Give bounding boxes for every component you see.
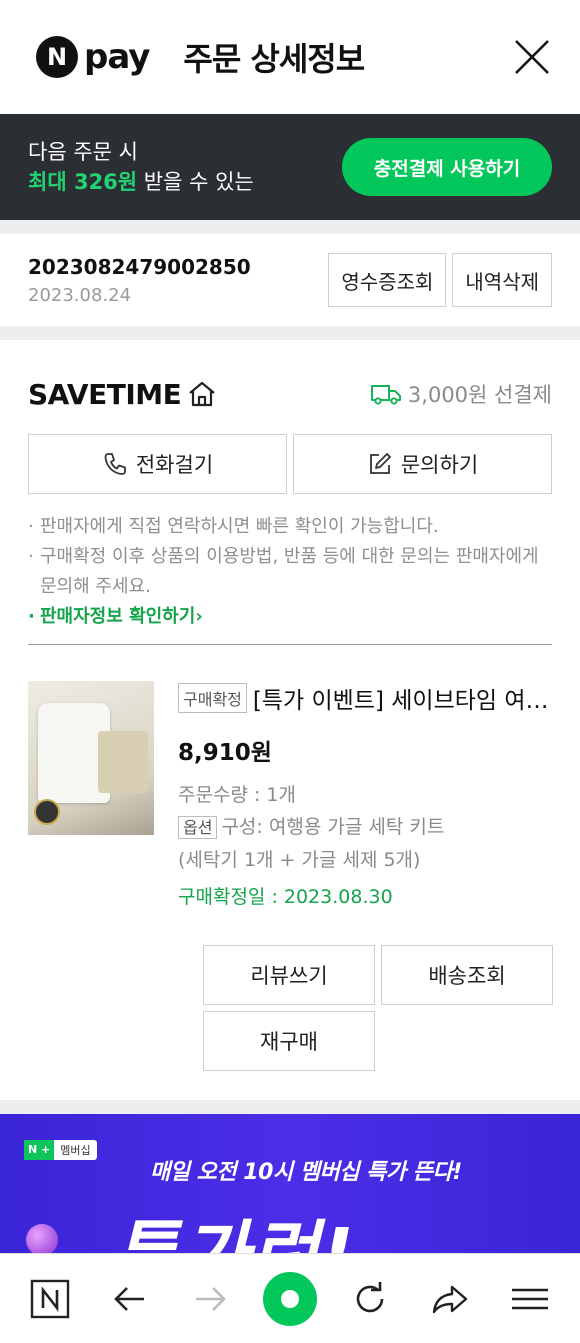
product-option-detail: (세탁기 1개 + 가글 세제 5개) bbox=[178, 849, 421, 871]
option-tag: 옵션 bbox=[178, 816, 218, 839]
decoration-ball bbox=[26, 1224, 58, 1256]
n-home-icon bbox=[30, 1279, 70, 1318]
order-date: 2023.08.24 bbox=[28, 284, 132, 306]
store-name-link[interactable]: SAVETIME bbox=[28, 378, 217, 411]
header: N pay 주문 상세정보 bbox=[0, 0, 580, 114]
confirm-date: 구매확정일 : 2023.08.30 bbox=[178, 886, 393, 908]
call-button[interactable]: 전화걸기 bbox=[28, 434, 287, 494]
store-section: SAVETIME 3,000원 선결제 전화걸기 문의하기 · 판매자에게 직접 … bbox=[0, 340, 580, 645]
rebuy-button[interactable]: 재구매 bbox=[203, 1011, 375, 1071]
section-gap bbox=[0, 326, 580, 340]
store-name: SAVETIME bbox=[28, 377, 182, 411]
home-dot-icon bbox=[263, 1271, 317, 1326]
ad-section: N + 멤버십 매일 오전 10시 멤버십 특가 뜬다! 특가런! bbox=[0, 1100, 580, 1260]
write-review-button[interactable]: 리뷰쓰기 bbox=[203, 945, 375, 1005]
page-title: 주문 상세정보 bbox=[183, 40, 365, 78]
product-option: 옵션 구성: 여행용 가글 세탁 키트 bbox=[178, 811, 552, 844]
ad-subtitle: 매일 오전 10시 멤버십 특가 뜬다! bbox=[150, 1160, 462, 1185]
npay-logo-text: pay bbox=[84, 37, 150, 77]
note-item: · 구매확정 이후 상품의 이용방법, 반품 등에 대한 문의는 판매자에게 문의… bbox=[28, 546, 539, 597]
product-item: 구매확정 [특가 이벤트] 세이브타임 여행용 가글 세탁 키트 8,910원 … bbox=[0, 645, 580, 909]
section-gap bbox=[0, 220, 580, 234]
charge-pay-button[interactable]: 충전결제 사용하기 bbox=[342, 138, 552, 196]
promo-line2: 받을 수 있는 bbox=[137, 170, 254, 194]
ad-headline: 특가런! bbox=[110, 1213, 356, 1260]
product-name[interactable]: [특가 이벤트] 세이브타임 여행용 가글 세탁 키트 bbox=[253, 681, 552, 715]
inquiry-button-label: 문의하기 bbox=[400, 453, 479, 477]
receipt-button[interactable]: 영수증조회 bbox=[328, 253, 447, 307]
share-icon bbox=[432, 1285, 468, 1313]
promo-line1: 다음 주문 시 bbox=[28, 140, 138, 164]
product-price: 8,910원 bbox=[178, 740, 272, 766]
delete-history-button[interactable]: 내역삭제 bbox=[452, 253, 552, 307]
store-notes: · 판매자에게 직접 연락하시면 빠른 확인이 가능합니다. · 구매확정 이후 상… bbox=[28, 512, 552, 632]
call-button-label: 전화걸기 bbox=[135, 453, 214, 477]
close-icon bbox=[515, 40, 549, 74]
inquiry-button[interactable]: 문의하기 bbox=[293, 434, 552, 494]
home-button[interactable] bbox=[262, 1271, 318, 1327]
track-delivery-button[interactable]: 배송조회 bbox=[381, 945, 553, 1005]
back-icon bbox=[114, 1286, 144, 1311]
note-item: · 판매자에게 직접 연락하시면 빠른 확인이 가능합니다. bbox=[28, 516, 439, 537]
promo-highlight: 최대 326원 bbox=[28, 170, 138, 194]
order-info: 2023082479002850 2023.08.24 영수증조회 내역삭제 bbox=[0, 234, 580, 326]
shipping-text: 3,000원 선결제 bbox=[407, 383, 552, 407]
truck-icon bbox=[370, 385, 401, 405]
npay-logo-mark: N bbox=[36, 36, 78, 78]
menu-icon bbox=[512, 1288, 548, 1309]
home-icon bbox=[189, 381, 215, 407]
forward-button[interactable] bbox=[182, 1271, 238, 1327]
menu-button[interactable] bbox=[502, 1271, 558, 1327]
seller-info-link[interactable]: · 판매자정보 확인하기 › bbox=[28, 602, 552, 632]
membership-badge: N + 멤버십 bbox=[24, 1140, 97, 1160]
share-button[interactable] bbox=[422, 1271, 478, 1327]
reload-icon bbox=[356, 1281, 384, 1312]
product-thumbnail[interactable] bbox=[28, 681, 154, 835]
order-number: 2023082479002850 bbox=[28, 254, 251, 279]
phone-icon bbox=[104, 453, 126, 475]
reload-button[interactable] bbox=[342, 1271, 398, 1327]
naver-home-button[interactable] bbox=[22, 1271, 78, 1327]
edit-icon bbox=[369, 453, 391, 474]
npay-logo: N pay bbox=[36, 36, 150, 78]
promo-text: 다음 주문 시 최대 326원 받을 수 있는 bbox=[28, 137, 254, 197]
shipping-info: 3,000원 선결제 bbox=[370, 379, 552, 409]
order-quantity: 주문수량 : 1개 bbox=[178, 784, 296, 806]
chevron-right-icon: › bbox=[195, 606, 203, 627]
browser-toolbar bbox=[0, 1253, 580, 1343]
back-button[interactable] bbox=[102, 1271, 158, 1327]
membership-ad-banner[interactable]: N + 멤버십 매일 오전 10시 멤버십 특가 뜬다! 특가런! bbox=[0, 1114, 580, 1260]
close-button[interactable] bbox=[512, 37, 552, 77]
status-badge: 구매확정 bbox=[178, 683, 247, 713]
promo-banner: 다음 주문 시 최대 326원 받을 수 있는 충전결제 사용하기 bbox=[0, 114, 580, 220]
forward-icon bbox=[196, 1286, 226, 1311]
product-actions: 리뷰쓰기 배송조회 재구매 bbox=[203, 945, 580, 1071]
